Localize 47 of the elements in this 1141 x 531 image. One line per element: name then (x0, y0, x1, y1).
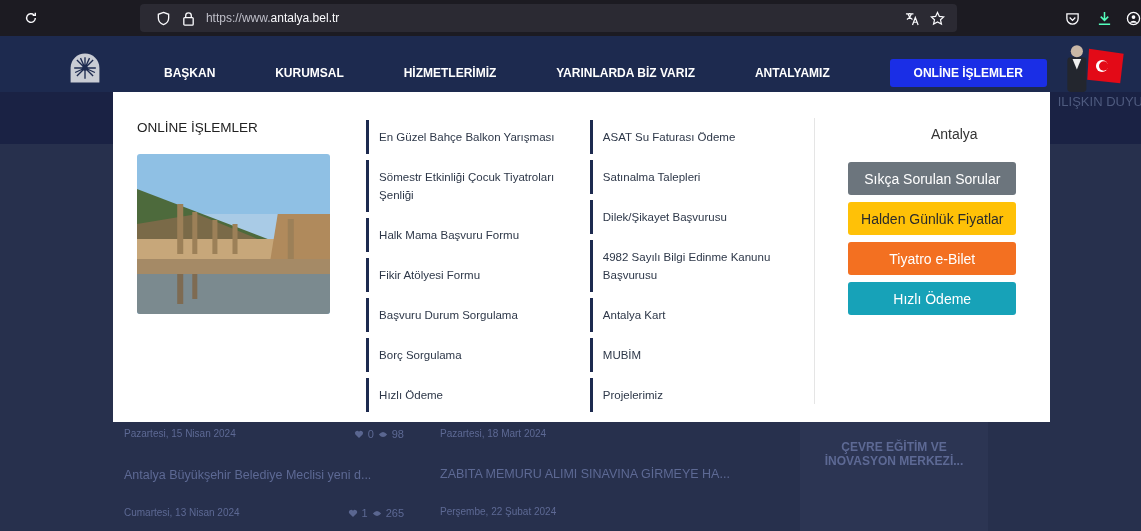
menu-link[interactable]: ASAT Su Faturası Ödeme (589, 120, 814, 154)
quick-link-button[interactable]: Sıkça Sorulan Sorular (848, 162, 1017, 195)
heart-icon (347, 508, 358, 518)
nav-link[interactable]: YARINLARDA BİZ VARIZ (556, 59, 696, 87)
menu-link[interactable]: Başvuru Durum Sorgulama (366, 298, 590, 332)
nav-link[interactable]: BAŞKAN (164, 59, 216, 87)
menu-link[interactable]: 4982 Sayılı Bilgi Edinme Kanunu Başvurusu (589, 240, 814, 292)
shield-icon[interactable] (155, 10, 171, 26)
menu-link[interactable]: Borç Sorgulama (366, 338, 590, 372)
menu-title: ONLİNE İŞLEMLER (137, 120, 259, 135)
download-icon[interactable] (1097, 10, 1112, 26)
address-bar[interactable]: https://www.antalya.bel.tr (139, 4, 957, 32)
menu-link[interactable]: Satınalma Talepleri (589, 160, 814, 194)
nav-link[interactable]: HİZMETLERİMİZ (403, 59, 497, 87)
menu-link[interactable]: Projelerimiz (589, 378, 814, 412)
url-text: https://www.antalya.bel.tr (205, 11, 340, 25)
translate-icon[interactable] (905, 10, 920, 26)
menu-link[interactable]: Hızlı Ödeme (366, 378, 590, 412)
news-date: Cumartesi, 13 Nisan 2024 (124, 507, 240, 519)
card-title: ÇEVRE EĞİTİM VE İNOVASYON MERKEZİ... (823, 440, 965, 470)
lock-icon[interactable] (180, 10, 196, 26)
news-date: Perşembe, 22 Şubat 2024 (440, 506, 557, 517)
heart-icon (353, 429, 364, 439)
news-date: Pazartesi, 15 Nisan 2024 (124, 428, 236, 440)
like-count: 1 (361, 507, 368, 519)
like-count: 0 (367, 428, 374, 440)
menu-link[interactable]: En Güzel Bahçe Balkon Yarışması (366, 120, 590, 154)
nav-link[interactable]: ONLİNE İŞLEMLER (889, 59, 1047, 87)
quick-link-button[interactable]: Halden Günlük Fiyatlar (848, 202, 1017, 235)
pocket-icon[interactable] (1065, 10, 1080, 26)
star-icon[interactable] (930, 10, 945, 26)
menu-link[interactable]: Halk Mama Başvuru Formu (366, 218, 590, 252)
menu-link[interactable]: Dilek/Şikayet Başvurusu (589, 200, 814, 234)
menu-link[interactable]: Antalya Kart (589, 298, 814, 332)
news-date: Pazartesi, 18 Mart 2024 (440, 428, 547, 439)
view-count: 98 (391, 428, 404, 440)
section-title: Antalya (929, 126, 978, 142)
reload-icon[interactable] (24, 11, 38, 25)
account-icon[interactable] (1126, 10, 1141, 26)
view-count: 265 (385, 507, 404, 519)
menu-link[interactable]: Sömestr Etkinliği Çocuk Tiyatroları Şenliği (366, 160, 590, 212)
nav-link[interactable]: ANTALYAMIZ (754, 59, 830, 87)
nav-link[interactable]: KURUMSAL (275, 59, 344, 87)
eye-icon (371, 508, 382, 518)
eye-icon (377, 429, 388, 439)
menu-link[interactable]: MUBİM (589, 338, 814, 372)
menu-link[interactable]: Fikir Atölyesi Formu (366, 258, 590, 292)
